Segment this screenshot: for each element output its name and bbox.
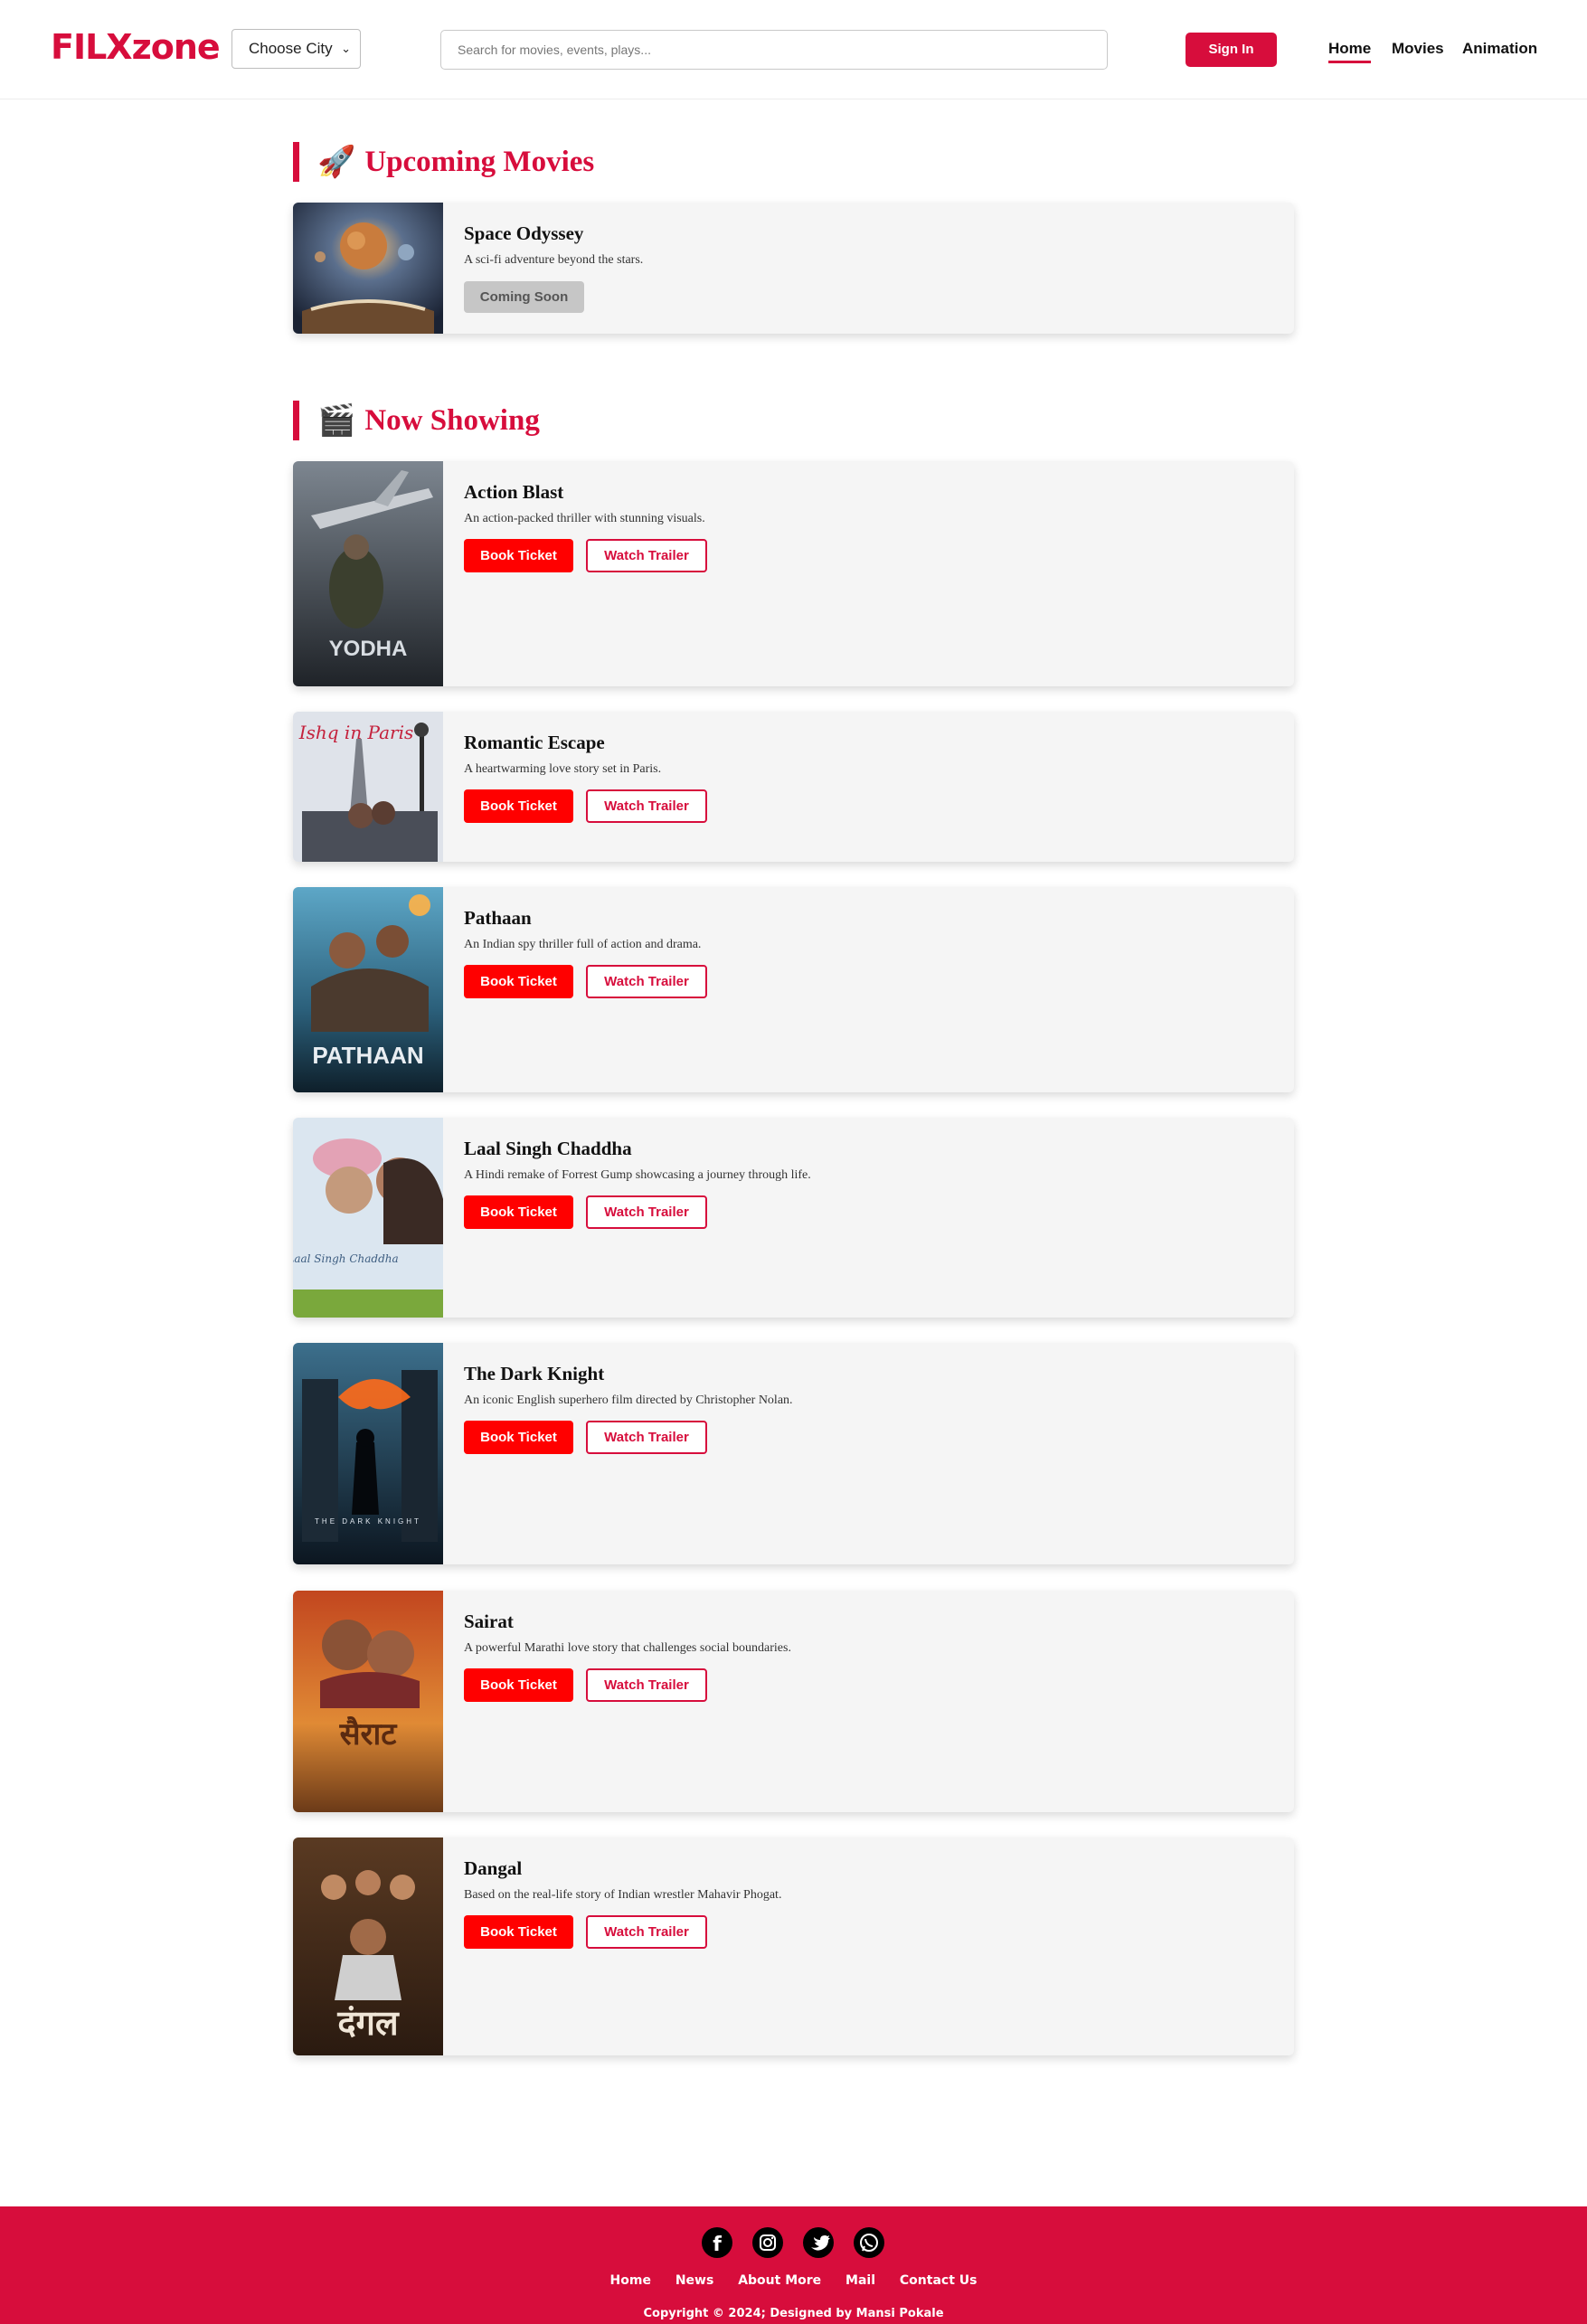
upcoming-section-heading: 🚀 Upcoming Movies <box>293 142 594 182</box>
section-title: Upcoming Movies <box>364 145 595 178</box>
movie-description: A Hindi remake of Forrest Gump showcasin… <box>464 1168 811 1182</box>
city-select[interactable]: Choose City ⌄ <box>231 29 361 69</box>
instagram-icon[interactable] <box>752 2227 783 2258</box>
copyright-text: Copyright © 2024; Designed by Mansi Poka… <box>0 2307 1587 2320</box>
whatsapp-icon[interactable] <box>854 2227 884 2258</box>
footer-link-mail[interactable]: Mail <box>845 2273 875 2288</box>
movie-title: Romantic Escape <box>464 732 605 753</box>
movie-description: A sci-fi adventure beyond the stars. <box>464 253 644 267</box>
rocket-icon: 🚀 <box>317 144 356 180</box>
footer-link-news[interactable]: News <box>675 2273 713 2288</box>
movie-title: Space Odyssey <box>464 222 584 244</box>
nav-animation[interactable]: Animation <box>1462 40 1537 58</box>
nav-home[interactable]: Home <box>1328 40 1372 63</box>
watch-trailer-button[interactable]: Watch Trailer <box>586 965 707 998</box>
watch-trailer-button[interactable]: Watch Trailer <box>586 1915 707 1949</box>
book-ticket-button[interactable]: Book Ticket <box>464 1915 573 1949</box>
copyright-label: Copyright © 2024; Designed by <box>643 2307 853 2320</box>
footer-links: Home News About More Mail Contact Us <box>0 2273 1587 2288</box>
section-title: Now Showing <box>364 403 540 437</box>
movie-card: Space Odyssey A sci-fi adventure beyond … <box>293 203 1294 334</box>
movie-card: Laal Singh Chaddha Laal Singh Chaddha A … <box>293 1118 1294 1318</box>
watch-trailer-button[interactable]: Watch Trailer <box>586 1195 707 1229</box>
book-ticket-button[interactable]: Book Ticket <box>464 539 573 572</box>
search-placeholder: Search for movies, events, plays... <box>458 43 651 57</box>
poster-image: दंगल <box>293 1837 443 2055</box>
movie-description: A powerful Marathi love story that chall… <box>464 1641 791 1655</box>
book-ticket-button[interactable]: Book Ticket <box>464 965 573 998</box>
site-header: FILXzone Choose City ⌄ Search for movies… <box>0 0 1587 99</box>
site-footer: f Home News About More Mail Contact Us C… <box>0 2206 1587 2324</box>
search-input[interactable]: Search for movies, events, plays... <box>440 30 1108 70</box>
poster-title: सैराट <box>339 1715 399 1752</box>
facebook-icon[interactable]: f <box>702 2227 732 2258</box>
poster-image: Laal Singh Chaddha <box>293 1118 443 1318</box>
movie-title: Action Blast <box>464 481 564 503</box>
poster-image: PATHAAN <box>293 887 443 1092</box>
now-showing-section-heading: 🎬 Now Showing <box>293 401 540 440</box>
movie-description: An action-packed thriller with stunning … <box>464 512 705 525</box>
twitter-icon[interactable] <box>803 2227 834 2258</box>
footer-link-about[interactable]: About More <box>738 2273 821 2288</box>
poster-image: THE DARK KNIGHT <box>293 1343 443 1564</box>
poster-title: Ishq in Paris <box>298 722 414 743</box>
site-logo[interactable]: FILXzone <box>51 27 221 67</box>
poster-title: THE DARK KNIGHT <box>315 1517 421 1526</box>
poster-image <box>293 203 443 334</box>
movie-description: Based on the real-life story of Indian w… <box>464 1888 782 1902</box>
movie-card: PATHAAN Pathaan An Indian spy thriller f… <box>293 887 1294 1092</box>
movie-title: Pathaan <box>464 907 532 929</box>
designer-name: Mansi Pokale <box>855 2307 944 2320</box>
movie-description: An iconic English superhero film directe… <box>464 1393 793 1407</box>
svg-text:f: f <box>713 2234 722 2256</box>
book-ticket-button[interactable]: Book Ticket <box>464 789 573 823</box>
watch-trailer-button[interactable]: Watch Trailer <box>586 1421 707 1454</box>
movie-title: Laal Singh Chaddha <box>464 1138 632 1159</box>
movie-title: Dangal <box>464 1857 523 1879</box>
sign-in-button[interactable]: Sign In <box>1186 33 1277 67</box>
movie-card: दंगल Dangal Based on the real-life story… <box>293 1837 1294 2055</box>
movie-card: YODHA Action Blast An action-packed thri… <box>293 461 1294 686</box>
poster-title: दंगल <box>336 2003 400 2043</box>
poster-image: सैराट <box>293 1591 443 1812</box>
clapper-board-icon: 🎬 <box>317 402 356 439</box>
movie-title: The Dark Knight <box>464 1363 605 1384</box>
watch-trailer-button[interactable]: Watch Trailer <box>586 1668 707 1702</box>
nav-movies[interactable]: Movies <box>1392 40 1444 58</box>
coming-soon-button[interactable]: Coming Soon <box>464 281 584 313</box>
poster-title: Laal Singh Chaddha <box>293 1252 399 1265</box>
poster-image: YODHA <box>293 461 443 686</box>
movie-card: सैराट Sairat A powerful Marathi love sto… <box>293 1591 1294 1812</box>
poster-title: PATHAAN <box>312 1042 423 1069</box>
watch-trailer-button[interactable]: Watch Trailer <box>586 789 707 823</box>
movie-description: An Indian spy thriller full of action an… <box>464 938 702 951</box>
movie-card: Ishq in Paris Romantic Escape A heartwar… <box>293 712 1294 862</box>
book-ticket-button[interactable]: Book Ticket <box>464 1421 573 1454</box>
chevron-down-icon: ⌄ <box>341 42 351 55</box>
watch-trailer-button[interactable]: Watch Trailer <box>586 539 707 572</box>
footer-link-contact[interactable]: Contact Us <box>900 2273 978 2288</box>
poster-image: Ishq in Paris <box>293 712 443 862</box>
city-select-value: Choose City <box>249 40 333 57</box>
movie-title: Sairat <box>464 1611 514 1632</box>
movie-description: A heartwarming love story set in Paris. <box>464 762 662 776</box>
footer-link-home[interactable]: Home <box>610 2273 651 2288</box>
book-ticket-button[interactable]: Book Ticket <box>464 1195 573 1229</box>
book-ticket-button[interactable]: Book Ticket <box>464 1668 573 1702</box>
poster-title: YODHA <box>329 637 408 661</box>
movie-card: THE DARK KNIGHT The Dark Knight An iconi… <box>293 1343 1294 1564</box>
